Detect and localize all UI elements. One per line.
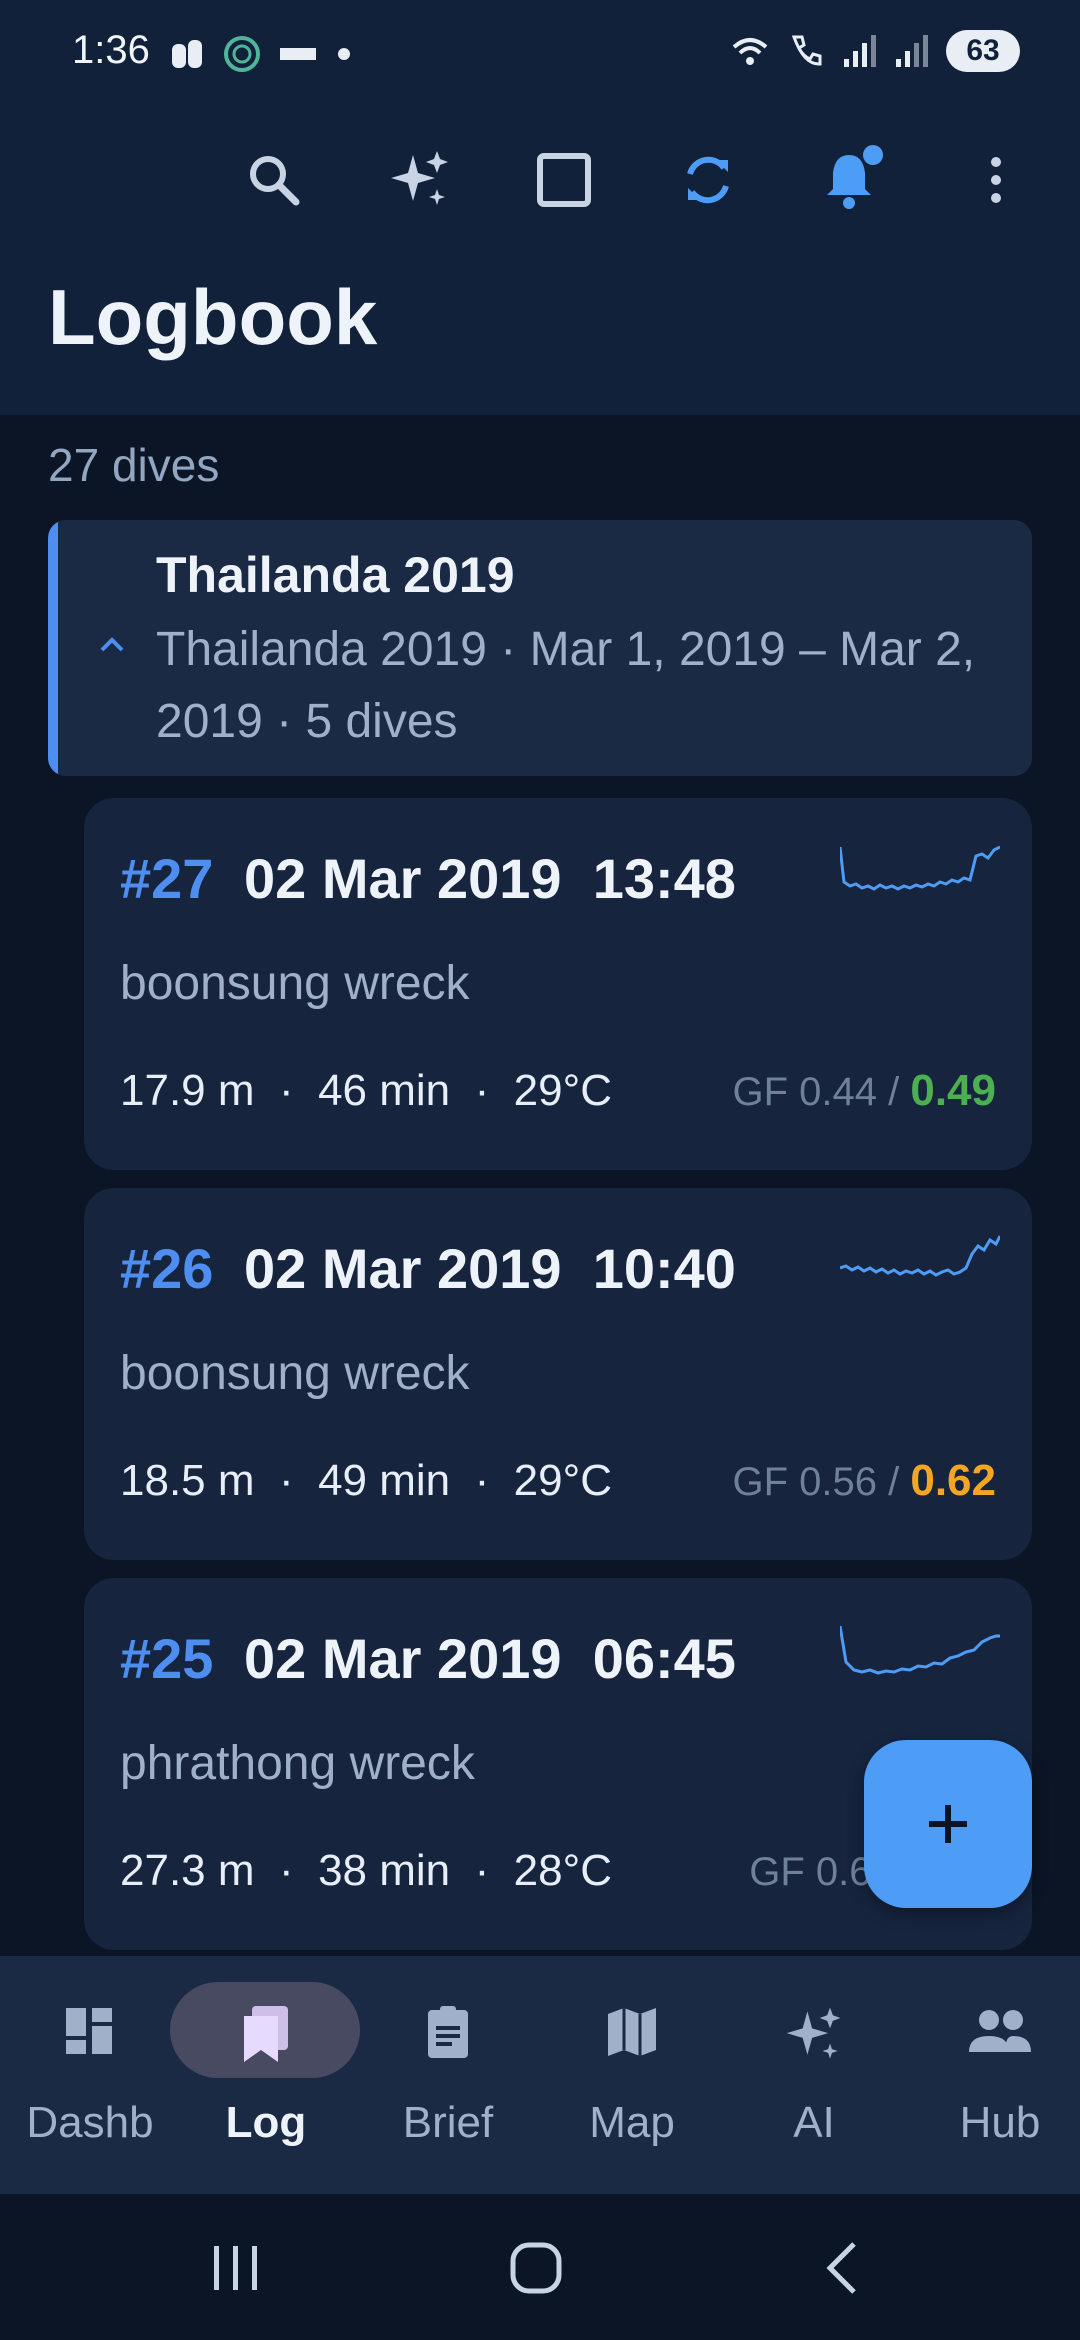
trip-name: Thailanda 2019 [156,547,515,603]
bell-icon [827,145,883,209]
dive-site: phrathong wreck [120,1737,475,1790]
more-options-button[interactable] [956,140,1036,220]
people-icon [969,2010,1031,2052]
dive-stats: 18.5 m · 49 min · 29°C [120,1456,612,1505]
dashboard-icon [66,2008,112,2054]
plus-icon [929,1805,967,1843]
nav-ai[interactable]: AI [724,1956,904,2194]
nav-label: Map [589,2098,675,2147]
bottom-navigation: Dashb Log Brief Map AI Hub [0,1956,1080,2194]
search-button[interactable] [234,140,314,220]
trip-group-header[interactable]: Thailanda 2019 Thailanda 2019 · Mar 1, 2… [48,520,1032,776]
notification-icons [168,34,354,74]
dive-stats: 27.3 m · 38 min · 28°C [120,1846,612,1895]
nav-brief[interactable]: Brief [358,1956,538,2194]
dive-site: boonsung wreck [120,957,470,1010]
dive-profile-sparkline [840,1235,1000,1277]
app-icon [224,36,260,72]
gf-low: GF 0.56 / [732,1460,911,1504]
dive-profile-sparkline [840,845,1000,891]
select-button[interactable] [524,140,604,220]
header-actions [0,140,1080,220]
battery-indicator: 63 [946,30,1020,72]
gradient-factor: GF 0.56 / 0.62 [733,1456,997,1506]
gf-high: 0.62 [910,1456,996,1505]
nav-map[interactable]: Map [542,1956,722,2194]
chevron-up-icon[interactable] [96,628,128,660]
notifications-button[interactable] [812,140,892,220]
sparkle-icon [786,2007,841,2059]
checkbox-icon [537,153,591,207]
nav-dashboard[interactable]: Dashb [0,1956,180,2194]
nav-label: AI [793,2098,835,2147]
dive-datetime: 02 Mar 2019 06:45 [244,1627,736,1690]
app-header: 1:36 63 Logbook [0,0,1080,415]
nav-label: Log [225,2098,307,2147]
home-icon[interactable] [506,2240,566,2296]
dive-card[interactable]: #26 02 Mar 2019 10:40 boonsung wreck 18.… [84,1188,1032,1560]
dive-number: #27 [120,847,214,910]
dive-datetime: 02 Mar 2019 10:40 [244,1237,736,1300]
more-vert-icon [991,157,1001,203]
sync-button[interactable] [668,140,748,220]
trip-details: Thailanda 2019 · Mar 1, 2019 – Mar 2, 20… [156,623,976,748]
recent-apps-icon[interactable] [206,2240,266,2296]
status-bar: 1:36 63 [0,0,1080,105]
dive-datetime: 02 Mar 2019 13:48 [244,847,736,910]
temu-icon [280,48,316,60]
dive-count: 27 dives [48,439,220,491]
nav-label: Hub [959,2098,1041,2147]
gradient-factor: GF 0.44 / 0.49 [733,1066,997,1116]
signal-icon [896,35,928,67]
status-time: 1:36 [72,28,150,72]
dive-profile-sparkline [840,1625,1000,1675]
signal-icon [844,35,876,67]
dive-number: #26 [120,1237,214,1300]
system-indicators: 63 [730,30,1020,72]
trip-accent-bar [48,520,58,776]
call-icon [791,35,822,66]
sparkle-icon [391,151,448,205]
dive-card[interactable]: #27 02 Mar 2019 13:48 boonsung wreck 17.… [84,798,1032,1170]
page-title: Logbook [48,273,378,361]
nav-label: Dashb [26,2098,154,2147]
nav-hub[interactable]: Hub [910,1956,1080,2194]
dot-icon [338,48,350,60]
back-icon[interactable] [814,2240,874,2296]
wifi-icon [732,38,768,65]
nav-label: Brief [402,2098,494,2147]
logbook-icon [244,2006,288,2062]
sync-icon [687,156,729,204]
clipboard-icon [428,2006,468,2058]
search-icon [250,156,300,206]
dive-stats: 17.9 m · 46 min · 29°C [120,1066,612,1115]
nav-log[interactable]: Log [170,1956,360,2194]
gf-high: 0.49 [910,1066,996,1115]
system-navigation-bar [0,2194,1080,2340]
map-icon [608,2008,656,2056]
dive-number: #25 [120,1627,214,1690]
add-dive-button[interactable] [864,1740,1032,1908]
app-icon [172,40,202,68]
gf-low: GF 0.44 / [732,1070,911,1114]
ai-button[interactable] [380,140,460,220]
dive-site: boonsung wreck [120,1347,470,1400]
